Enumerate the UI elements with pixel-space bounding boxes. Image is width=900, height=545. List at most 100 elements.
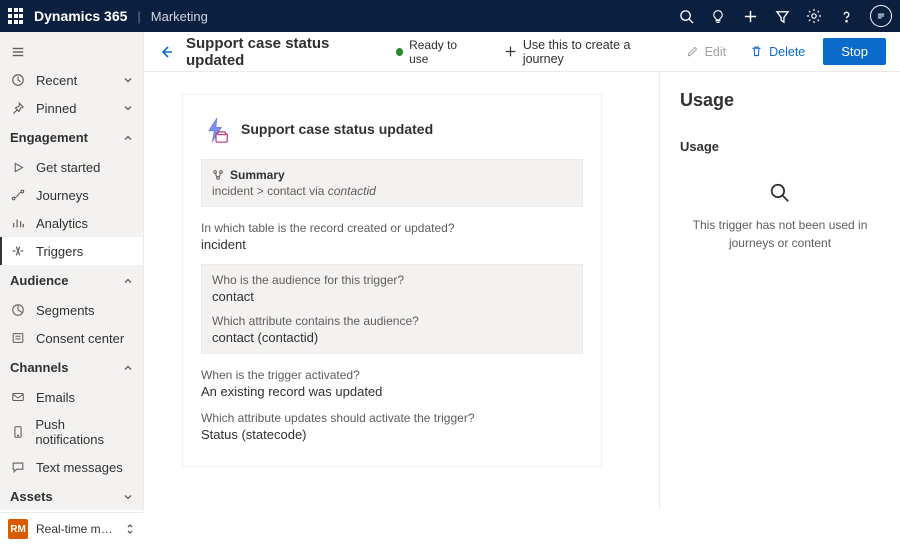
help-icon[interactable] — [838, 8, 854, 24]
sidebar-section-channels[interactable]: Channels — [0, 352, 143, 383]
lightbulb-icon[interactable] — [710, 8, 726, 24]
question-value: contact (contactid) — [212, 330, 572, 345]
delete-button[interactable]: Delete — [744, 41, 811, 63]
user-avatar[interactable] — [870, 5, 892, 27]
audience-box: Who is the audience for this trigger? co… — [201, 264, 583, 354]
sidebar-section-engagement[interactable]: Engagement — [0, 122, 143, 153]
sidebar-section-label: Audience — [10, 273, 69, 288]
clock-icon — [10, 72, 26, 88]
main-content-area: Support case status updated Summary inci… — [144, 72, 659, 510]
hamburger-collapse-button[interactable] — [0, 38, 143, 66]
question-label: Which attribute updates should activate … — [201, 411, 583, 425]
sidebar-item-recent[interactable]: Recent — [0, 66, 143, 94]
add-icon[interactable] — [742, 8, 758, 24]
question-label: When is the trigger activated? — [201, 368, 583, 382]
sidebar-item-analytics[interactable]: Analytics — [0, 209, 143, 237]
button-label: Delete — [769, 45, 805, 59]
sidebar-section-label: Engagement — [10, 130, 88, 145]
sidebar-item-emails[interactable]: Emails — [0, 383, 143, 411]
filter-icon[interactable] — [774, 8, 790, 24]
sidebar-item-get-started[interactable]: Get started — [0, 153, 143, 181]
summary-box: Summary incident > contact via contactid — [201, 159, 583, 207]
trigger-icon — [10, 243, 26, 259]
chevron-down-icon — [123, 492, 133, 502]
sidebar-item-push[interactable]: Push notifications — [0, 411, 143, 453]
chevron-down-icon — [123, 75, 133, 85]
question-value: An existing record was updated — [201, 384, 583, 399]
sidebar-item-label: Text messages — [36, 460, 123, 475]
analytics-icon — [10, 215, 26, 231]
brand-separator: | — [137, 9, 140, 24]
environment-picker[interactable]: RM Real-time marketi… — [0, 512, 143, 545]
trash-icon — [750, 45, 763, 58]
play-icon — [10, 159, 26, 175]
usage-pane: Usage Usage This trigger has not been us… — [659, 72, 900, 510]
site-map-sidebar: Recent Pinned Engagement Get started — [0, 32, 144, 510]
sidebar-item-texts[interactable]: Text messages — [0, 453, 143, 481]
chevron-up-icon — [123, 363, 133, 373]
consent-icon — [10, 330, 26, 346]
command-bar: Support case status updated Ready to use… — [144, 32, 900, 72]
environment-name: Real-time marketi… — [36, 522, 117, 536]
stop-button[interactable]: Stop — [823, 38, 886, 65]
trigger-bolt-icon — [201, 115, 229, 143]
sidebar-section-label: Assets — [10, 489, 53, 504]
back-button[interactable] — [158, 44, 174, 60]
sidebar-item-label: Emails — [36, 390, 75, 405]
chevron-updown-icon — [125, 523, 135, 535]
button-label: Edit — [705, 45, 727, 59]
brand-module: Marketing — [151, 9, 208, 24]
global-topbar: Dynamics 365 | Marketing — [0, 0, 900, 32]
pin-icon — [10, 100, 26, 116]
sidebar-item-label: Recent — [36, 73, 77, 88]
sidebar-item-consent[interactable]: Consent center — [0, 324, 143, 352]
sidebar-item-label: Triggers — [36, 244, 83, 259]
usage-subheading: Usage — [680, 139, 880, 154]
plus-icon — [504, 45, 517, 58]
email-icon — [10, 389, 26, 405]
sidebar-section-label: Channels — [10, 360, 69, 375]
use-journey-button[interactable]: Use this to create a journey — [498, 34, 668, 70]
usage-empty-text: This trigger has not been used in journe… — [680, 216, 880, 252]
sidebar-item-pinned[interactable]: Pinned — [0, 94, 143, 122]
branch-icon — [212, 169, 224, 181]
question-label: Which attribute contains the audience? — [212, 314, 572, 328]
gear-icon[interactable] — [806, 8, 822, 24]
chevron-up-icon — [123, 133, 133, 143]
sidebar-item-label: Push notifications — [35, 417, 133, 447]
chevron-up-icon — [123, 276, 133, 286]
sidebar-item-label: Consent center — [36, 331, 124, 346]
question-value: Status (statecode) — [201, 427, 583, 442]
segments-icon — [10, 302, 26, 318]
question-label: Who is the audience for this trigger? — [212, 273, 572, 287]
sidebar-section-audience[interactable]: Audience — [0, 265, 143, 296]
sidebar-item-label: Journeys — [36, 188, 89, 203]
sidebar-section-assets[interactable]: Assets — [0, 481, 143, 512]
journey-icon — [10, 187, 26, 203]
status-text: Ready to use — [409, 38, 474, 66]
question-value: incident — [201, 237, 583, 252]
usage-heading: Usage — [680, 90, 880, 111]
sidebar-item-journeys[interactable]: Journeys — [0, 181, 143, 209]
usage-empty-state: This trigger has not been used in journe… — [680, 182, 880, 252]
pencil-icon — [686, 45, 699, 58]
chevron-down-icon — [123, 103, 133, 113]
environment-badge: RM — [8, 519, 28, 539]
sidebar-item-label: Pinned — [36, 101, 76, 116]
edit-button[interactable]: Edit — [680, 41, 733, 63]
question-label: In which table is the record created or … — [201, 221, 583, 235]
brand-name: Dynamics 365 — [34, 8, 127, 24]
question-value: contact — [212, 289, 572, 304]
summary-label: Summary — [230, 168, 285, 182]
app-launcher-icon[interactable] — [8, 8, 24, 24]
sidebar-item-label: Get started — [36, 160, 100, 175]
card-title: Support case status updated — [241, 121, 433, 137]
push-icon — [10, 424, 25, 440]
search-icon — [769, 182, 791, 204]
sidebar-item-triggers[interactable]: Triggers — [0, 237, 143, 265]
summary-path: incident > contact via contactid — [212, 184, 572, 198]
trigger-detail-card: Support case status updated Summary inci… — [182, 94, 602, 467]
sms-icon — [10, 459, 26, 475]
search-icon[interactable] — [678, 8, 694, 24]
sidebar-item-segments[interactable]: Segments — [0, 296, 143, 324]
